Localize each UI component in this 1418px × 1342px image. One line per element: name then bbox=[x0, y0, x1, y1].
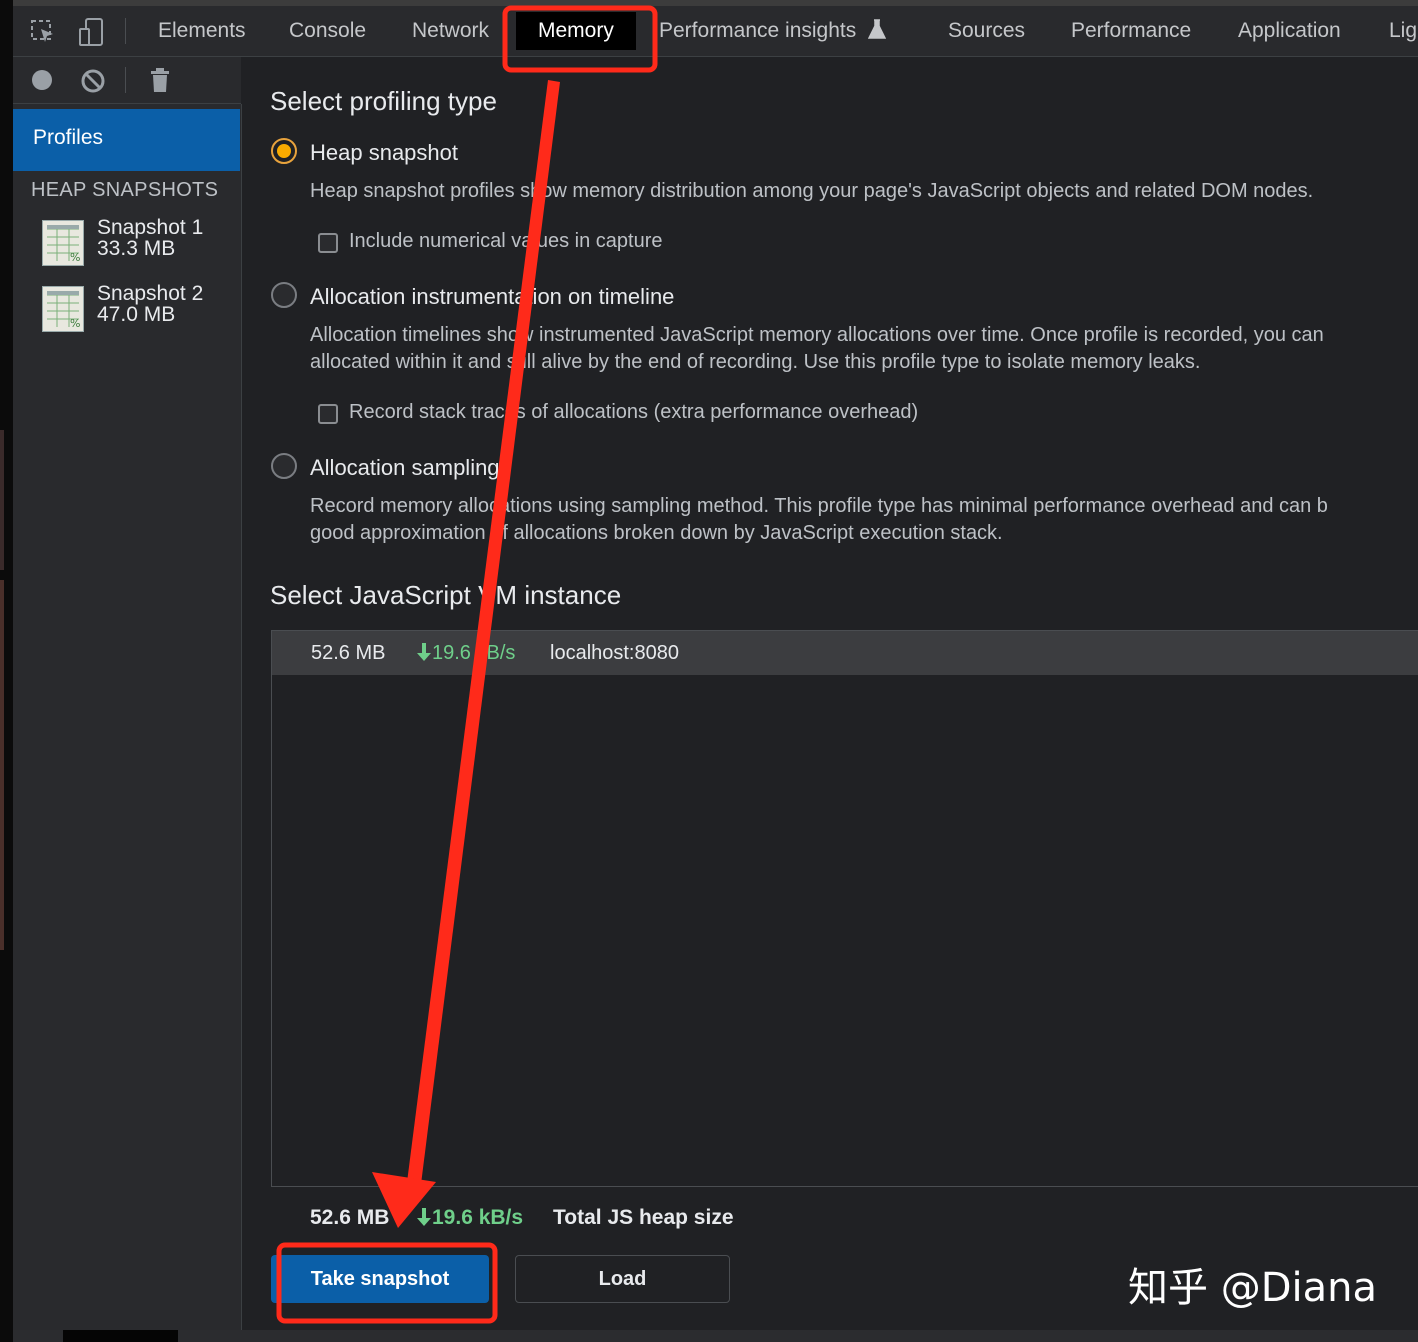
total-heap-label: Total JS heap size bbox=[553, 1206, 734, 1229]
tab-memory[interactable]: Memory bbox=[516, 12, 636, 50]
radio-allocation-sampling[interactable] bbox=[271, 453, 297, 479]
toolbar-divider bbox=[125, 18, 126, 44]
left-edge-strip bbox=[0, 0, 13, 1342]
allocation-sampling-description-line2: good approximation of allocations broken… bbox=[310, 522, 1003, 544]
svg-text:%: % bbox=[70, 317, 80, 330]
tab-console[interactable]: Console bbox=[289, 12, 366, 50]
snapshot-icon: % bbox=[42, 286, 84, 332]
load-button[interactable]: Load bbox=[515, 1255, 730, 1303]
tab-lighthouse[interactable]: Lig bbox=[1389, 12, 1417, 50]
inspect-element-icon[interactable] bbox=[27, 16, 59, 48]
snapshot-item[interactable]: % Snapshot 2 47.0 MB bbox=[39, 282, 239, 332]
record-stack-traces-label: Record stack traces of allocations (extr… bbox=[349, 401, 919, 423]
clear-all-icon[interactable] bbox=[79, 67, 107, 95]
allocation-sampling-label: Allocation sampling bbox=[310, 455, 500, 480]
vm-heap-size: 52.6 MB bbox=[311, 642, 386, 664]
watermark: 知乎 @Diana bbox=[1128, 1265, 1378, 1311]
heap-snapshot-label: Heap snapshot bbox=[310, 140, 458, 165]
allocation-sampling-description-line1: Record memory allocations using sampling… bbox=[310, 495, 1328, 517]
record-icon[interactable] bbox=[29, 67, 55, 93]
include-numerical-values-checkbox[interactable] bbox=[318, 233, 338, 253]
profiles-sidebar: Profiles HEAP SNAPSHOTS % Snapshot 1 33.… bbox=[13, 104, 242, 1342]
allocation-timeline-description-line1: Allocation timelines show instrumented J… bbox=[310, 324, 1324, 346]
record-stack-traces-checkbox[interactable] bbox=[318, 404, 338, 424]
profiles-toolbar bbox=[13, 57, 241, 104]
tab-elements[interactable]: Elements bbox=[158, 12, 246, 50]
svg-text:%: % bbox=[70, 251, 80, 264]
arrow-down-icon bbox=[417, 1208, 431, 1226]
snapshot-size: 47.0 MB bbox=[97, 303, 176, 326]
total-heap-rate: 19.6 kB/s bbox=[416, 1206, 523, 1230]
vm-instance-title: Select JavaScript VM instance bbox=[270, 580, 622, 610]
snapshot-item[interactable]: % Snapshot 1 33.3 MB bbox=[39, 216, 239, 266]
heap-snapshot-description: Heap snapshot profiles show memory distr… bbox=[310, 180, 1314, 202]
sidebar-item-profiles[interactable]: Profiles bbox=[13, 109, 240, 171]
tab-performance-insights[interactable]: Performance insights bbox=[659, 12, 887, 50]
arrow-down-icon bbox=[417, 643, 431, 661]
devtools-tab-bar: Elements Console Network Memory Performa… bbox=[13, 6, 1418, 57]
tab-application[interactable]: Application bbox=[1238, 12, 1341, 50]
radio-allocation-timeline[interactable] bbox=[271, 282, 297, 308]
sidebar-item-label: Profiles bbox=[33, 126, 104, 149]
vm-heap-rate: 19.6 kB/s bbox=[416, 642, 515, 665]
total-heap-size: 52.6 MB bbox=[310, 1206, 390, 1229]
tab-performance-insights-label: Performance insights bbox=[659, 19, 857, 42]
tab-performance[interactable]: Performance bbox=[1071, 12, 1191, 50]
profiling-type-title: Select profiling type bbox=[270, 86, 497, 116]
toolbar-divider bbox=[125, 67, 126, 93]
bottom-edge bbox=[13, 1330, 1418, 1342]
tab-sources[interactable]: Sources bbox=[948, 12, 1025, 50]
vm-heap-rate-value: 19.6 kB/s bbox=[432, 642, 516, 664]
experiment-flask-icon bbox=[867, 19, 887, 39]
radio-heap-snapshot[interactable] bbox=[271, 138, 297, 164]
heap-snapshots-header: HEAP SNAPSHOTS bbox=[31, 179, 219, 201]
snapshot-size: 33.3 MB bbox=[97, 237, 176, 260]
total-heap-rate-value: 19.6 kB/s bbox=[432, 1206, 524, 1229]
tab-network[interactable]: Network bbox=[412, 12, 489, 50]
take-snapshot-button[interactable]: Take snapshot bbox=[271, 1255, 489, 1303]
snapshot-icon: % bbox=[42, 220, 84, 266]
vm-instance-list: 52.6 MB 19.6 kB/s localhost:8080 bbox=[271, 630, 1418, 1187]
trash-icon[interactable] bbox=[147, 65, 173, 95]
vm-instance-row[interactable]: 52.6 MB 19.6 kB/s localhost:8080 bbox=[272, 631, 1418, 675]
include-numerical-values-label: Include numerical values in capture bbox=[349, 230, 663, 252]
vm-target-url: localhost:8080 bbox=[550, 642, 679, 664]
allocation-timeline-description-line2: allocated within it and still alive by t… bbox=[310, 351, 1201, 373]
allocation-timeline-label: Allocation instrumentation on timeline bbox=[310, 284, 675, 309]
device-toolbar-icon[interactable] bbox=[75, 16, 107, 48]
